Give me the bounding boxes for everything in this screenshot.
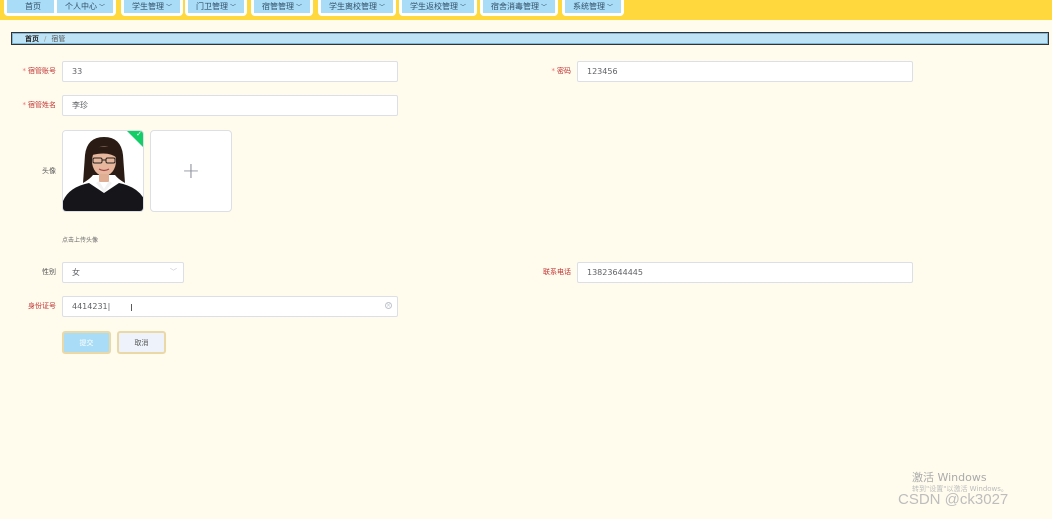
avatar-preview[interactable]: ✓ xyxy=(62,130,144,212)
gender-label: 性别 xyxy=(42,268,56,276)
nav-system-management-label: 系统管理 xyxy=(572,2,605,11)
chevron-down-icon: ﹀ xyxy=(165,4,172,11)
account-input[interactable]: 33 xyxy=(62,61,398,82)
nav-student-management[interactable]: 学生管理 ﹀ xyxy=(121,0,183,16)
check-icon: ✓ xyxy=(136,130,142,138)
required-star: * xyxy=(22,101,27,109)
avatar-upload-button[interactable]: + xyxy=(150,130,232,212)
chevron-down-icon: ﹀ xyxy=(295,4,302,11)
id-number-input-value: 4414231 xyxy=(72,302,108,311)
nav-student-return-management-label: 学生返校管理 xyxy=(409,2,458,11)
name-input[interactable]: 李珍 xyxy=(62,95,398,116)
cancel-button[interactable]: 取消 xyxy=(117,331,166,354)
activation-watermark-title: 激活 Windows xyxy=(912,471,987,484)
nav-student-return-management[interactable]: 学生返校管理 ﹀ xyxy=(399,0,477,16)
nav-guard-management-label: 门卫管理 xyxy=(195,2,228,11)
gender-select-value: 女 xyxy=(72,268,80,277)
required-star: * xyxy=(551,67,556,75)
chevron-down-icon: ﹀ xyxy=(378,4,385,11)
password-label: * 密码 xyxy=(520,61,572,82)
top-nav-bar: 首页 个人中心 ﹀ 学生管理 ﹀ 门卫管理 ﹀ 宿管管理 ﹀ 学生离校管理 ﹀ 学生返校管… xyxy=(0,0,1052,20)
nav-dorm-disinfection-management[interactable]: 宿舍消毒管理 ﹀ xyxy=(480,0,558,16)
id-number-input[interactable]: 4414231| × xyxy=(62,296,398,317)
password-input[interactable]: 123456 xyxy=(577,61,913,82)
id-number-label: 身份证号 xyxy=(28,302,56,310)
nav-system-management[interactable]: 系统管理 ﹀ xyxy=(562,0,624,16)
nav-student-leave-management-label: 学生离校管理 xyxy=(328,2,377,11)
nav-guard-management[interactable]: 门卫管理 ﹀ xyxy=(185,0,247,16)
avatar-label: 头像 xyxy=(42,167,56,175)
chevron-down-icon: ﹀ xyxy=(606,4,613,11)
chevron-down-icon: ﹀ xyxy=(98,4,105,11)
name-label-text: 宿管姓名 xyxy=(28,101,56,109)
i-beam-cursor-icon: I xyxy=(130,303,133,314)
nav-personal-center[interactable]: 个人中心 ﹀ xyxy=(54,0,116,16)
breadcrumb-current: 宿管 xyxy=(51,34,66,43)
account-label-text: 宿管账号 xyxy=(28,67,56,75)
nav-student-management-label: 学生管理 xyxy=(131,2,164,11)
breadcrumb: 首页 / 宿管 xyxy=(11,32,1049,45)
gender-select[interactable]: 女 ﹀ xyxy=(62,262,184,283)
breadcrumb-home[interactable]: 首页 xyxy=(25,34,39,44)
avatar-upload-hint: 点击上传头像 xyxy=(62,237,99,244)
csdn-watermark: CSDN @ck3027 xyxy=(898,491,1009,508)
breadcrumb-separator: / xyxy=(44,34,47,43)
chevron-down-icon: ﹀ xyxy=(170,268,177,276)
nav-student-leave-management[interactable]: 学生离校管理 ﹀ xyxy=(318,0,396,16)
password-label-text: 密码 xyxy=(557,67,571,75)
chevron-down-icon: ﹀ xyxy=(540,4,547,11)
phone-label: 联系电话 xyxy=(543,268,571,276)
clear-icon[interactable]: × xyxy=(385,302,392,309)
chevron-down-icon: ﹀ xyxy=(229,4,236,11)
nav-home-label: 首页 xyxy=(25,2,41,11)
plus-icon: + xyxy=(181,158,201,184)
phone-input[interactable]: 13823644445 xyxy=(577,262,913,283)
text-caret: | xyxy=(107,302,111,311)
nav-dorm-manager-management[interactable]: 宿管管理 ﹀ xyxy=(251,0,313,16)
nav-dorm-manager-management-label: 宿管管理 xyxy=(261,2,294,11)
submit-button[interactable]: 提交 xyxy=(62,331,111,354)
name-label: * 宿管姓名 xyxy=(4,95,57,116)
nav-dorm-disinfection-management-label: 宿舍消毒管理 xyxy=(490,2,539,11)
account-label: * 宿管账号 xyxy=(4,61,57,82)
nav-personal-center-label: 个人中心 xyxy=(64,2,97,11)
required-star: * xyxy=(22,67,27,75)
chevron-down-icon: ﹀ xyxy=(459,4,466,11)
